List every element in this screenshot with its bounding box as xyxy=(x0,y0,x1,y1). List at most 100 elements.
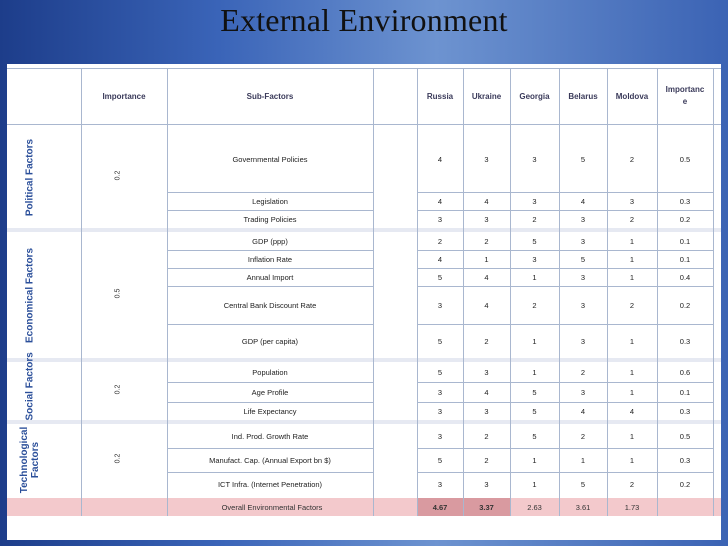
score-belarus: 4 xyxy=(580,406,586,416)
subfactor-weight: 0.5 xyxy=(679,154,691,164)
category-label: Social Factors xyxy=(24,351,36,420)
score-moldova: 1 xyxy=(629,455,635,465)
score-russia: 2 xyxy=(437,236,443,246)
score-georgia: 1 xyxy=(532,479,537,489)
score-russia: 3 xyxy=(437,479,443,489)
score-russia: 3 xyxy=(437,431,443,441)
score-belarus: 2 xyxy=(580,431,586,441)
score-moldova: 1 xyxy=(629,431,635,441)
score-ukraine: 4 xyxy=(484,387,489,397)
total-georgia: 2.63 xyxy=(527,502,542,512)
subfactor-label: Trading Policies xyxy=(243,214,297,224)
subfactor-label: ICT Infra. (Internet Penetration) xyxy=(217,479,323,489)
score-russia: 5 xyxy=(437,455,443,465)
category-label: Economical Factors xyxy=(24,247,36,343)
column-divider xyxy=(463,68,464,516)
total-russia: 4.67 xyxy=(417,498,463,516)
subfactor-label: Annual Import xyxy=(246,272,294,282)
score-ukraine: 4 xyxy=(484,272,489,282)
score-russia: 3 xyxy=(437,406,443,416)
score-russia: 3 xyxy=(437,300,443,310)
category-label: Technological Factors xyxy=(19,426,41,494)
header-weight: Importanc e xyxy=(665,85,705,106)
header-importance: Importance xyxy=(102,91,146,101)
subfactor-weight: 0.4 xyxy=(679,272,691,282)
score-russia: 5 xyxy=(437,336,443,346)
score-russia: 5 xyxy=(437,272,443,282)
slide-header: External Environment xyxy=(0,0,728,60)
score-ukraine: 2 xyxy=(484,431,489,441)
score-russia: 4 xyxy=(437,154,443,164)
score-belarus: 3 xyxy=(580,336,586,346)
subfactor-label: Manufact. Cap. (Annual Export bn $) xyxy=(209,455,331,465)
column-divider xyxy=(657,68,658,516)
subfactor-weight: 0.5 xyxy=(679,431,691,441)
column-divider xyxy=(607,68,608,516)
score-ukraine: 3 xyxy=(484,406,489,416)
score-georgia: 5 xyxy=(532,236,537,246)
subfactor-weight: 0.3 xyxy=(679,406,691,416)
total-moldova: 1.73 xyxy=(624,502,640,512)
slide-title: External Environment xyxy=(220,2,508,38)
subfactor-weight: 0.3 xyxy=(679,336,691,346)
column-divider xyxy=(417,68,418,516)
header-divider xyxy=(7,124,721,125)
subfactor-label: Ind. Prod. Growth Rate xyxy=(231,431,309,441)
score-belarus: 5 xyxy=(580,154,586,164)
score-moldova: 1 xyxy=(629,272,635,282)
subfactor-label: GDP (ppp) xyxy=(252,236,288,246)
score-belarus: 3 xyxy=(580,387,586,397)
subfactor-weight: 0.1 xyxy=(679,387,691,397)
score-russia: 3 xyxy=(437,214,443,224)
score-belarus: 1 xyxy=(580,455,586,465)
column-divider xyxy=(713,68,714,516)
table-top xyxy=(7,68,721,69)
score-ukraine: 2 xyxy=(484,236,489,246)
score-georgia: 3 xyxy=(532,254,537,264)
score-moldova: 4 xyxy=(629,406,635,416)
subfactor-label: Life Expectancy xyxy=(243,406,297,416)
total-belarus: 3.61 xyxy=(575,502,591,512)
header-country-moldova: Moldova xyxy=(615,91,649,101)
group-importance: 0.2 xyxy=(114,170,122,181)
subfactor-weight: 0.3 xyxy=(679,455,691,465)
score-belarus: 5 xyxy=(580,254,586,264)
score-moldova: 1 xyxy=(629,387,635,397)
header-subfactors: Sub-Factors xyxy=(246,91,294,101)
factors-table: Importance Sub-Factors Russia Ukraine Georgi… xyxy=(7,64,721,540)
score-moldova: 1 xyxy=(629,336,635,346)
score-georgia: 3 xyxy=(532,154,537,164)
subfactor-weight: 0.2 xyxy=(679,479,691,489)
score-belarus: 5 xyxy=(580,479,586,489)
score-georgia: 1 xyxy=(532,367,537,377)
score-belarus: 4 xyxy=(580,196,586,206)
score-georgia: 2 xyxy=(532,300,537,310)
subfactor-label: Population xyxy=(252,367,288,377)
subfactor-label: GDP (per capita) xyxy=(241,336,299,346)
score-georgia: 1 xyxy=(532,272,537,282)
header-country-russia: Russia xyxy=(426,91,454,101)
category-label: Political Factors xyxy=(24,138,36,216)
score-belarus: 3 xyxy=(580,300,586,310)
subfactor-label: Inflation Rate xyxy=(247,254,293,264)
score-ukraine: 3 xyxy=(484,367,489,377)
score-georgia: 1 xyxy=(532,336,537,346)
score-georgia: 5 xyxy=(532,431,537,441)
column-divider xyxy=(81,68,82,516)
group-importance: 0.5 xyxy=(114,288,122,299)
score-belarus: 3 xyxy=(580,236,586,246)
score-ukraine: 4 xyxy=(484,300,489,310)
subfactor-label: Age Profile xyxy=(251,387,289,397)
score-georgia: 2 xyxy=(532,214,537,224)
score-ukraine: 3 xyxy=(484,154,489,164)
score-russia: 3 xyxy=(437,387,443,397)
score-moldova: 2 xyxy=(629,154,635,164)
score-moldova: 1 xyxy=(629,367,635,377)
column-divider xyxy=(373,68,374,516)
column-divider xyxy=(510,68,511,516)
score-moldova: 3 xyxy=(629,196,635,206)
score-belarus: 3 xyxy=(580,214,586,224)
total-label: Overall Environmental Factors xyxy=(221,502,323,512)
score-ukraine: 3 xyxy=(484,214,489,224)
header-country-georgia: Georgia xyxy=(519,91,550,101)
